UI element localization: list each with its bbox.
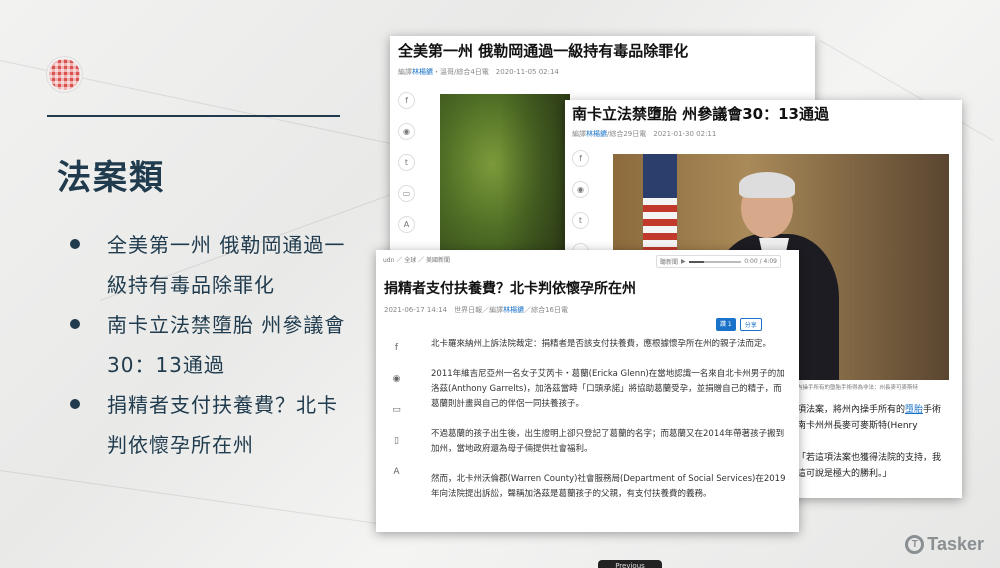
twitter-icon[interactable]: t (572, 212, 589, 229)
logo (47, 57, 82, 92)
keyword-link[interactable]: 墮胎 (905, 405, 923, 415)
font-size-icon[interactable]: A (398, 216, 415, 233)
audio-label: 聽新聞 (660, 259, 679, 266)
article-meta: 編譯林楊鑣・溫哥/綜合4日電 2020-11-05 02:14 (398, 68, 559, 76)
breadcrumb[interactable]: udn ／ 全球 ／ 美國新聞 (383, 255, 450, 264)
comment-icon[interactable]: ▭ (388, 401, 405, 418)
article-title: 南卡立法禁墮胎 州參議會30：13通過 (572, 105, 829, 123)
article-text: 項法案，將州內操手所有的墮胎手術 南卡州州長麥可麥斯特(Henry 「若這項法案… (797, 405, 942, 479)
facebook-icon[interactable]: f (572, 150, 589, 167)
article-meta: 2021-06-17 14:14 世界日報／編譯林楊鑣／綜合16日電 (384, 306, 569, 314)
line-icon[interactable]: ◉ (398, 123, 415, 140)
bullet-list: 全美第一州 俄勒岡通過一 級持有毒品除罪化 南卡立法禁墮胎 州參議會 30：13通過… (65, 225, 365, 465)
paragraph: 北卡羅來納州上訴法院裁定：捐精者是否該支付扶養費，應根據懷孕所在州的親子法而定。 (431, 339, 772, 349)
bullet-dot (70, 319, 80, 329)
bullet-dot (70, 399, 80, 409)
comment-icon[interactable]: ▭ (398, 185, 415, 202)
bullet-line: 30：13通過 (107, 353, 225, 377)
divider (47, 115, 340, 117)
bullet-line: 南卡立法禁墮胎 州參議會 (107, 313, 346, 337)
article-title: 捐精者支付扶養費？北卡判依懷孕所在州 (384, 281, 636, 297)
paragraph: 2011年維吉尼亞州一名女子艾芮卡・葛蘭(Ericka Glenn)在當地認識一… (431, 369, 785, 409)
photo-shade (500, 94, 570, 266)
share-bar: f ◉ t ▭ A (398, 92, 415, 247)
audio-progress[interactable] (688, 260, 742, 263)
share-button[interactable]: 分享 (739, 318, 762, 331)
like-button[interactable]: 讚 1 (716, 318, 736, 331)
line-icon[interactable]: ◉ (388, 370, 405, 387)
paragraph: 然而，北卡州沃倫郡(Warren County)社會服務局(Department… (431, 474, 786, 499)
person-hair (739, 172, 795, 198)
bullet-line: 級持有毒品除罪化 (107, 273, 275, 297)
tasker-logo-icon: T (905, 535, 925, 554)
bullet-line: 全美第一州 俄勒岡通過一 (107, 233, 346, 257)
facebook-icon[interactable]: f (388, 339, 405, 356)
paragraph: 不過葛蘭的孩子出生後，出生證明上卻只登記了葛蘭的名字；而葛蘭又在2014年帶著孩… (431, 429, 785, 454)
photo-caption: 內操手所有的墮胎手術得為非法：州長麥可麥斯特 (797, 385, 919, 391)
author-link[interactable]: 林楊鑣 (412, 68, 433, 76)
article-card-north-carolina: udn ／ 全球 ／ 美國新聞 聽新聞 ▶ 0:00 / 4:09 捐精者支付扶… (376, 250, 799, 532)
author-link[interactable]: 林楊鑣 (503, 306, 524, 314)
flag-image (643, 154, 677, 254)
bullet-line: 判依懷孕所在州 (107, 433, 254, 457)
facebook-icon[interactable]: f (398, 92, 415, 109)
share-bar: f ◉ ▭ ▯ A (388, 339, 405, 494)
previous-button[interactable]: Previous (598, 560, 662, 568)
bullet-item: 南卡立法禁墮胎 州參議會 30：13通過 (65, 305, 365, 385)
bullet-item: 全美第一州 俄勒岡通過一 級持有毒品除罪化 (65, 225, 365, 305)
author-link[interactable]: 林楊鑣 (586, 130, 607, 138)
font-size-icon[interactable]: A (388, 463, 405, 480)
article-body: 北卡羅來納州上訴法院裁定：捐精者是否該支付扶養費，應根據懷孕所在州的親子法而定。… (431, 337, 786, 517)
twitter-icon[interactable]: t (398, 154, 415, 171)
line-icon[interactable]: ◉ (572, 181, 589, 198)
article-meta: 編譯林楊鑣/綜合29日電 2021-01-30 02:11 (572, 130, 717, 138)
bullet-line: 捐精者支付扶養費？北卡 (107, 393, 338, 417)
audio-player[interactable]: 聽新聞 ▶ 0:00 / 4:09 (656, 255, 781, 268)
audio-time: 0:00 / 4:09 (744, 258, 777, 265)
bullet-item: 捐精者支付扶養費？北卡 判依懷孕所在州 (65, 385, 365, 465)
share-buttons: 讚 1 分享 (716, 318, 762, 331)
bookmark-icon[interactable]: ▯ (388, 432, 405, 449)
play-icon[interactable]: ▶ (681, 258, 686, 265)
watermark: T Tasker (905, 534, 984, 555)
article-title: 全美第一州 俄勒岡通過一級持有毒品除罪化 (398, 42, 689, 60)
slide-title: 法案類 (57, 158, 165, 198)
bullet-dot (70, 239, 80, 249)
